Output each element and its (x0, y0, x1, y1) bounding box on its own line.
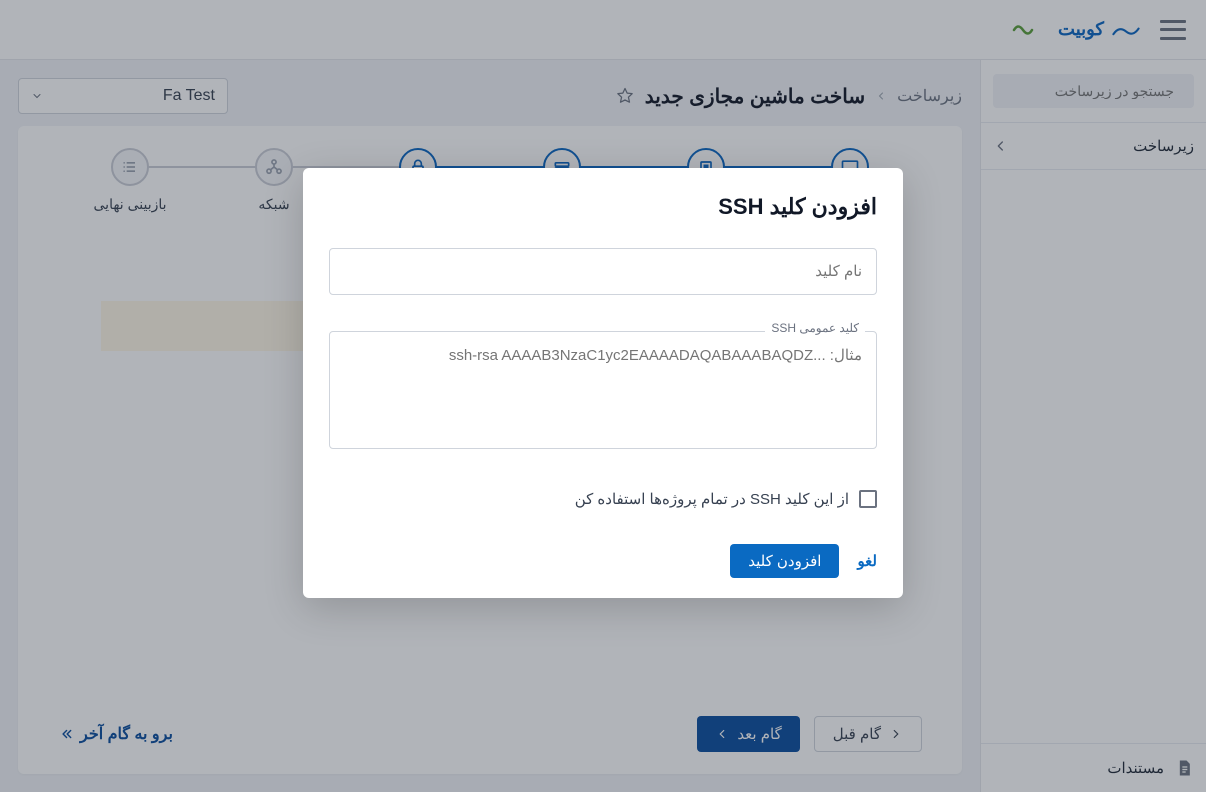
add-key-button[interactable]: افزودن کلید (730, 544, 839, 578)
modal-title: افزودن کلید SSH (329, 194, 877, 220)
public-key-field: کلید عمومی SSH (329, 331, 877, 454)
modal-footer: افزودن کلید لغو (329, 544, 877, 578)
checkbox-label: از این کلید SSH در تمام پروژه‌ها استفاده… (575, 490, 849, 508)
public-key-label: کلید عمومی SSH (765, 321, 865, 335)
cancel-button[interactable]: لغو (857, 552, 877, 570)
checkbox-icon[interactable] (859, 490, 877, 508)
key-name-input[interactable] (329, 248, 877, 295)
key-name-field (329, 248, 877, 295)
public-key-input[interactable] (329, 331, 877, 449)
add-ssh-key-modal: افزودن کلید SSH کلید عمومی SSH از این کل… (303, 168, 903, 598)
modal-overlay[interactable]: افزودن کلید SSH کلید عمومی SSH از این کل… (0, 0, 1206, 792)
use-all-projects-row[interactable]: از این کلید SSH در تمام پروژه‌ها استفاده… (329, 490, 877, 508)
